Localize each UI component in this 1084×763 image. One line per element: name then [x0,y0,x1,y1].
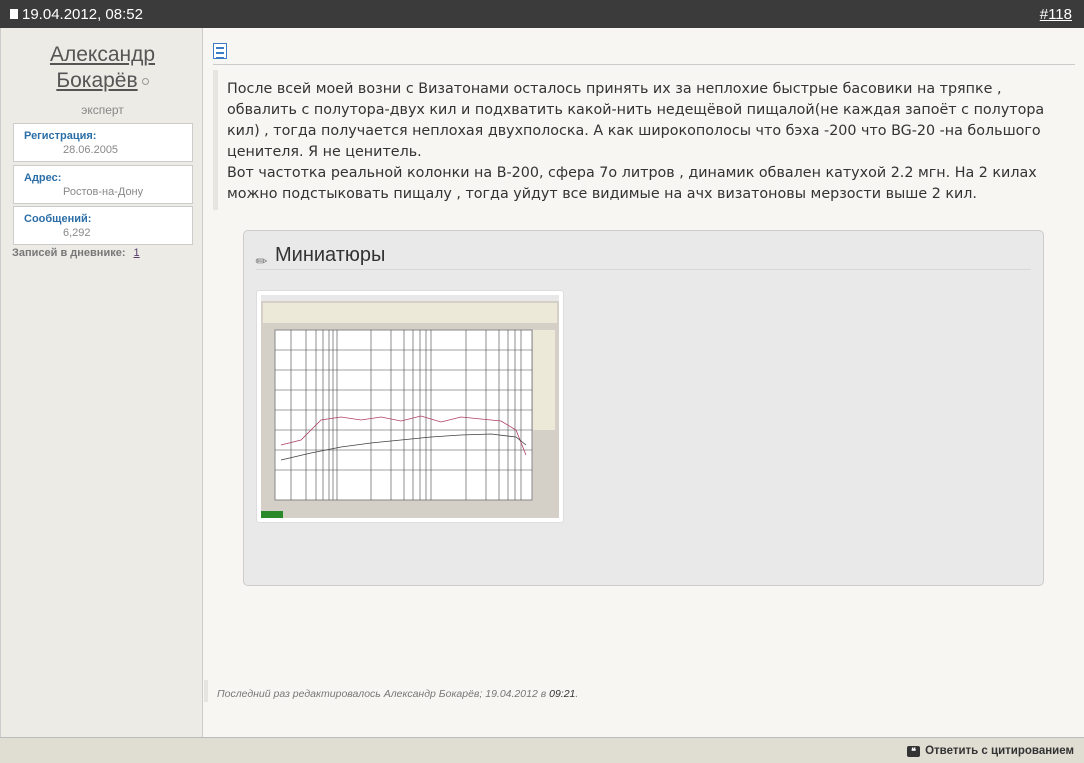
field-value: Ростов-на-Дону [63,186,144,198]
message-paragraph: После всей моей возни с Визатонами остал… [227,81,1045,160]
field-value: 6,292 [63,227,91,239]
attachments-title: Миниатюры [275,244,386,266]
quote-icon: ❝ [907,746,921,757]
field-label: Регистрация: [24,130,97,142]
reply-with-quote-button[interactable]: ❝ Ответить с цитированием [907,745,1074,757]
edit-time: 09:21 [549,688,576,700]
edit-note-text: Последний раз редактировалось Александр … [217,688,550,700]
message-paragraph: Вот частотка реальной колонки на B-200, … [227,165,1037,202]
field-value: 28.06.2005 [63,144,119,156]
post-date: 19.04.2012, 08:52 [10,6,143,23]
last-edited-note: Последний раз редактировалось Александр … [217,688,578,700]
address-box: Адрес: Ростов-на-Дону [13,165,193,204]
edit-note-bar [204,680,208,702]
diary-entries: Записей в дневнике: 1 [12,247,140,259]
post-date-text: 19.04.2012, 08:52 [22,6,143,23]
field-label: Сообщений: [24,213,92,225]
username: Александр Бокарёв [1,42,204,94]
diary-count-link[interactable]: 1 [134,247,140,259]
divider [213,64,1075,65]
edit-note-dot: . [575,688,579,700]
offline-status-icon [141,77,149,85]
post-message: После всей моей возни с Визатонами остал… [227,79,1072,205]
document-icon [213,43,227,59]
divider [256,269,1031,270]
reply-with-quote-label: Ответить с цитированием [925,745,1074,757]
post-header: 19.04.2012, 08:52 #118 [0,0,1084,28]
post-footer: ❝ Ответить с цитированием [0,737,1084,763]
registration-box: Регистрация: 28.06.2005 [13,123,193,162]
attachments-box: ✎ Миниатюры [243,230,1044,586]
username-link-line2[interactable]: Бокарёв [56,69,137,92]
attachment-thumbnail[interactable] [256,290,564,523]
message-bar [213,70,218,210]
username-link-line1[interactable]: Александр [50,43,155,66]
posts-count-box: Сообщений: 6,292 [13,206,193,245]
user-sidebar: Александр Бокарёв эксперт Регистрация: 28… [0,28,203,737]
diary-label: Записей в дневнике: [12,247,126,259]
field-label: Адрес: [24,172,62,184]
user-rank: эксперт [81,103,124,117]
post-icon [10,9,18,19]
frequency-response-screenshot [261,295,559,518]
post-number-link[interactable]: #118 [1040,6,1072,23]
